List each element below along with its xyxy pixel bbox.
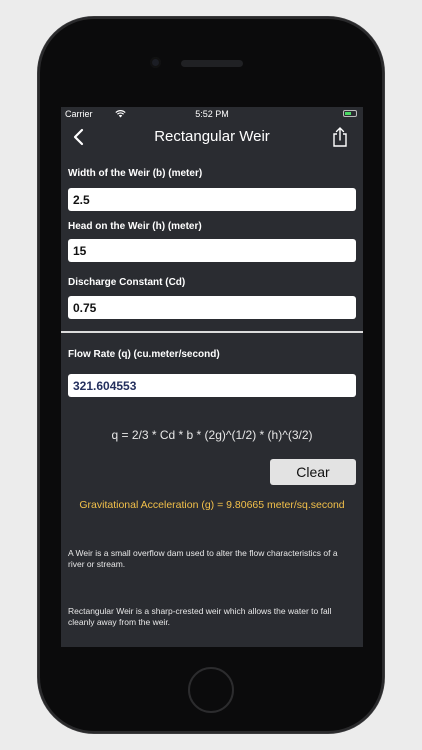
flow-rate-label: Flow Rate (q) (cu.meter/second) bbox=[68, 349, 220, 360]
share-icon[interactable] bbox=[331, 126, 349, 148]
navigation-bar: Rectangular Weir bbox=[61, 121, 363, 153]
flow-rate-output[interactable] bbox=[68, 374, 356, 397]
discharge-constant-input[interactable] bbox=[68, 296, 356, 319]
status-bar: Carrier 5:52 PM bbox=[61, 107, 363, 121]
formula-text: q = 2/3 * Cd * b * (2g)^(1/2) * (h)^(3/2… bbox=[111, 428, 313, 442]
front-camera bbox=[150, 57, 161, 68]
clear-button[interactable]: Clear bbox=[270, 459, 356, 485]
head-input[interactable] bbox=[68, 239, 356, 262]
weir-description: A Weir is a small overflow dam used to a… bbox=[68, 548, 338, 569]
discharge-constant-label: Discharge Constant (Cd) bbox=[68, 277, 186, 288]
width-label: Width of the Weir (b) (meter) bbox=[68, 168, 203, 179]
page-title: Rectangular Weir bbox=[154, 128, 270, 145]
section-divider bbox=[61, 331, 363, 333]
width-input[interactable] bbox=[68, 188, 356, 211]
status-time: 5:52 PM bbox=[195, 109, 229, 119]
earpiece-speaker bbox=[181, 60, 243, 67]
rectangular-weir-description: Rectangular Weir is a sharp-crested weir… bbox=[68, 606, 332, 627]
app-screen: Carrier 5:52 PM Rectangular Weir Width o… bbox=[61, 107, 363, 647]
home-button[interactable] bbox=[188, 667, 234, 713]
head-label: Head on the Weir (h) (meter) bbox=[68, 221, 202, 232]
battery-icon bbox=[343, 110, 357, 117]
gravity-note: Gravitational Acceleration (g) = 9.80665… bbox=[79, 499, 345, 511]
